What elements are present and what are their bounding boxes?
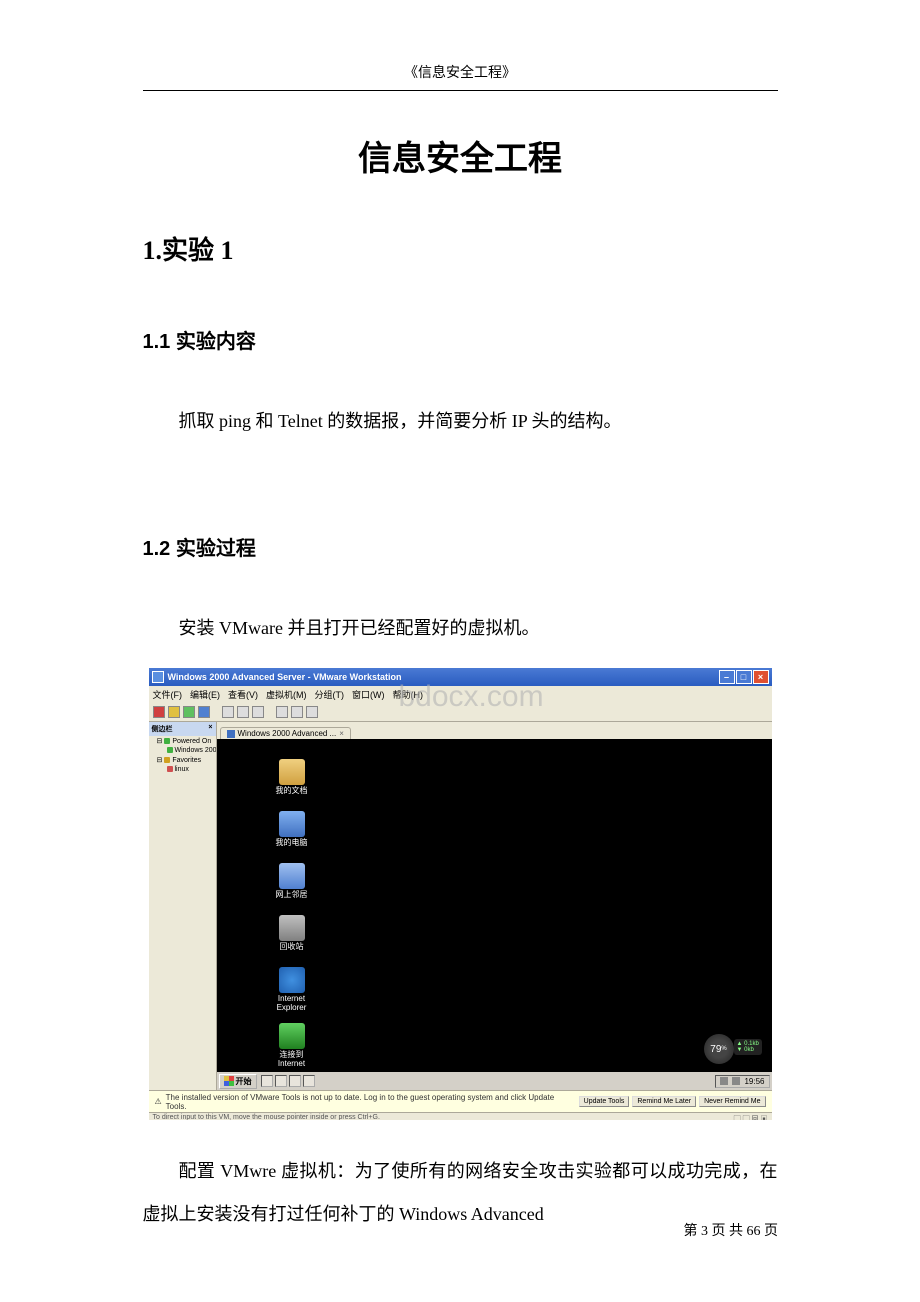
vm-titlebar: Windows 2000 Advanced Server - VMware Wo…: [149, 668, 772, 686]
notif-text: The installed version of VMware Tools is…: [166, 1093, 576, 1111]
snapshot-button[interactable]: [222, 706, 234, 718]
recycle-icon: [279, 915, 305, 941]
ql-icon[interactable]: [303, 1075, 315, 1087]
unity-button[interactable]: [291, 706, 303, 718]
subsection-1-2-text-1: 安装 VMware 并且打开已经配置好的虚拟机。: [143, 609, 778, 649]
app-icon: [152, 671, 164, 683]
status-text: To direct input to this VM, move the mou…: [153, 1114, 380, 1120]
statusbar: To direct input to this VM, move the mou…: [149, 1112, 772, 1120]
menu-window[interactable]: 窗口(W): [352, 688, 385, 701]
widget-percent: 79%: [704, 1034, 734, 1064]
menu-view[interactable]: 查看(V): [228, 688, 258, 701]
tab-close[interactable]: ×: [339, 729, 344, 738]
folder-icon: [279, 759, 305, 785]
document-title: 信息安全工程: [143, 131, 778, 180]
status-icons: ▢ ▢ 回 ▣: [734, 1114, 768, 1120]
desktop-recycle[interactable]: 回收站: [267, 915, 317, 952]
fullscreen-button[interactable]: [276, 706, 288, 718]
tabbar: Windows 2000 Advanced ... ×: [217, 722, 772, 739]
guest-taskbar: 开始 19:56: [217, 1072, 772, 1090]
favorites-icon: [164, 757, 170, 763]
menu-help[interactable]: 帮助(H): [393, 688, 424, 701]
subsection-1-1-text: 抓取 ping 和 Telnet 的数据报，并简要分析 IP 头的结构。: [143, 402, 778, 442]
sidebar: 侧边栏 × ⊟ Powered On Windows 2000 Advanced…: [149, 722, 217, 1090]
tab-label: Windows 2000 Advanced ...: [238, 729, 337, 738]
update-tools-button[interactable]: Update Tools: [579, 1096, 630, 1107]
guest-desktop[interactable]: 我的文档 我的电脑 网上邻居 回收站 Internet Explorer 连接到…: [217, 739, 772, 1090]
maximize-button[interactable]: □: [736, 670, 752, 684]
play-button[interactable]: [183, 706, 195, 718]
desktop-network[interactable]: 网上邻居: [267, 863, 317, 900]
window-title: Windows 2000 Advanced Server - VMware Wo…: [168, 672, 402, 682]
sidebar-item-favorites[interactable]: ⊟ Favorites: [149, 755, 216, 765]
pause-button[interactable]: [168, 706, 180, 718]
header-rule: [143, 90, 778, 91]
ql-icon[interactable]: [261, 1075, 273, 1087]
section-heading: 1.实验 1: [143, 230, 778, 267]
linux-icon: [167, 766, 173, 772]
windows-flag-icon: [224, 1076, 234, 1086]
poweroff-button[interactable]: [153, 706, 165, 718]
menu-group[interactable]: 分组(T): [315, 688, 345, 701]
reset-button[interactable]: [198, 706, 210, 718]
menubar: 文件(F) 编辑(E) 查看(V) 虚拟机(M) 分组(T) 窗口(W) 帮助(…: [149, 686, 772, 702]
page-header: 《信息安全工程》: [0, 0, 920, 82]
subsection-1-2-heading: 1.2 实验过程: [143, 532, 778, 561]
ql-icon[interactable]: [289, 1075, 301, 1087]
close-button[interactable]: ×: [753, 670, 769, 684]
menu-vm[interactable]: 虚拟机(M): [266, 688, 307, 701]
vm-body: 侧边栏 × ⊟ Powered On Windows 2000 Advanced…: [149, 722, 772, 1090]
connect-icon: [279, 1023, 305, 1049]
window-buttons: – □ ×: [719, 670, 769, 684]
ie-icon: [279, 967, 305, 993]
sidebar-close[interactable]: ×: [208, 724, 212, 734]
guest-start-button[interactable]: 开始: [219, 1074, 257, 1089]
sidebar-header: 侧边栏 ×: [149, 722, 216, 736]
tab-guest[interactable]: Windows 2000 Advanced ... ×: [220, 727, 351, 739]
main-area: Windows 2000 Advanced ... × 我的文档 我的电脑 网上…: [217, 722, 772, 1090]
toolbar: [149, 702, 772, 722]
network-icon: [279, 863, 305, 889]
menu-file[interactable]: 文件(F): [153, 688, 183, 701]
subsection-1-2-text-2: 配置 VMwre 虚拟机：为了使所有的网络安全攻击实验都可以成功完成，在虚拟上安…: [143, 1150, 778, 1236]
widget-speed: ▲ 0.1kb ▼ 0kb: [734, 1039, 762, 1055]
tab-icon: [227, 730, 235, 738]
sidebar-item-linux[interactable]: linux: [149, 765, 216, 774]
desktop-mydocs[interactable]: 我的文档: [267, 759, 317, 796]
never-remind-button[interactable]: Never Remind Me: [699, 1096, 765, 1107]
remind-later-button[interactable]: Remind Me Later: [632, 1096, 696, 1107]
minimize-button[interactable]: –: [719, 670, 735, 684]
guest-quicklaunch: [261, 1075, 315, 1087]
vm-icon: [167, 747, 173, 753]
net-widget: 79% ▲ 0.1kb ▼ 0kb: [704, 1034, 764, 1064]
computer-icon: [279, 811, 305, 837]
subsection-1-1-heading: 1.1 实验内容: [143, 325, 778, 354]
revert-button[interactable]: [237, 706, 249, 718]
desktop-mycomputer[interactable]: 我的电脑: [267, 811, 317, 848]
vmware-screenshot: bdocx.com Windows 2000 Advanced Server -…: [149, 668, 772, 1120]
page-total: 66: [747, 1224, 761, 1239]
guest-clock: 19:56: [744, 1077, 764, 1086]
content-area: 信息安全工程 1.实验 1 1.1 实验内容 抓取 ping 和 Telnet …: [143, 131, 778, 1237]
page-footer: 第 3 页 共 66 页: [684, 1220, 779, 1240]
menu-edit[interactable]: 编辑(E): [190, 688, 220, 701]
ql-icon[interactable]: [275, 1075, 287, 1087]
desktop-ie[interactable]: Internet Explorer: [267, 967, 317, 1013]
page-current: 3: [701, 1224, 708, 1239]
sidebar-title: 侧边栏: [152, 724, 173, 734]
power-icon: [164, 738, 170, 744]
sidebar-item-powered[interactable]: ⊟ Powered On: [149, 736, 216, 746]
sidebar-item-win2k[interactable]: Windows 2000 Advanced S: [149, 746, 216, 755]
tray-icon[interactable]: [732, 1077, 740, 1085]
notification-bar: ⚠ The installed version of VMware Tools …: [149, 1090, 772, 1112]
tray-icon[interactable]: [720, 1077, 728, 1085]
manage-button[interactable]: [252, 706, 264, 718]
guest-tray: 19:56: [715, 1075, 769, 1088]
header-text: 《信息安全工程》: [404, 66, 516, 81]
view-button[interactable]: [306, 706, 318, 718]
desktop-connect[interactable]: 连接到 Internet: [267, 1023, 317, 1069]
